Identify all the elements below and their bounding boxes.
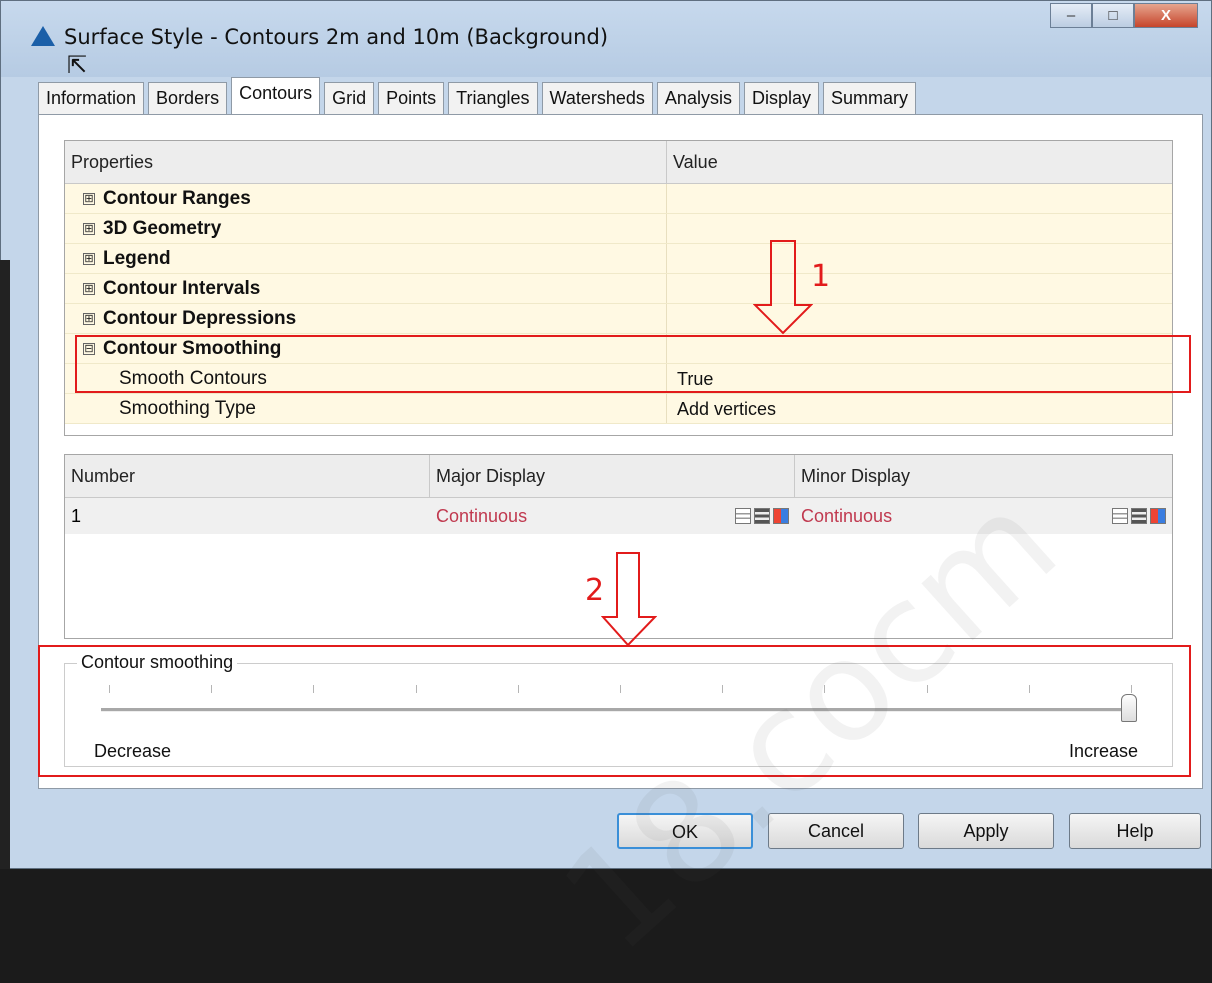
property-label: Legend [103, 247, 171, 269]
expand-icon[interactable]: ⊞ [83, 252, 95, 265]
linetype-icon[interactable] [1112, 508, 1128, 524]
major-display-column-header[interactable]: Major Display [430, 455, 795, 497]
property-label: Smoothing Type [65, 394, 667, 423]
row-number: 1 [71, 506, 82, 526]
annotation-arrow-1 [753, 240, 813, 335]
annotation-number-2: 2 [585, 573, 605, 608]
apply-button[interactable]: Apply [918, 813, 1054, 849]
property-label: 3D Geometry [103, 217, 222, 239]
property-row-contour-ranges[interactable]: ⊞ Contour Ranges [65, 184, 1172, 214]
tab-contours[interactable]: Contours [231, 77, 321, 115]
linetype-icon[interactable] [735, 508, 751, 524]
expand-icon[interactable]: ⊞ [83, 282, 95, 295]
property-label: Contour Depressions [103, 307, 297, 329]
minor-linetype[interactable]: Continuous [801, 506, 892, 526]
tab-information[interactable]: Information [38, 82, 145, 115]
color-icon[interactable] [773, 508, 789, 524]
tab-points[interactable]: Points [378, 82, 445, 115]
property-value[interactable] [667, 304, 1172, 333]
autocad-app-icon [31, 26, 55, 46]
minimize-button[interactable]: – [1050, 3, 1092, 28]
mouse-pointer-icon: ⇱ [67, 52, 88, 79]
property-value[interactable] [667, 244, 1172, 273]
property-value[interactable] [667, 274, 1172, 303]
annotation-box-1 [75, 335, 1191, 393]
property-label: Contour Intervals [103, 277, 261, 299]
lineweight-icon[interactable] [754, 508, 770, 524]
tab-triangles[interactable]: Triangles [448, 82, 538, 115]
major-display-cell[interactable]: Continuous [430, 498, 795, 534]
maximize-button[interactable]: □ [1092, 3, 1134, 28]
annotation-box-2 [38, 645, 1191, 777]
window-controls: – □ X [1050, 3, 1198, 28]
property-row-3d-geometry[interactable]: ⊞ 3D Geometry [65, 214, 1172, 244]
tab-grid[interactable]: Grid [324, 82, 375, 115]
title-bar[interactable]: Surface Style - Contours 2m and 10m (Bac… [1, 1, 1211, 79]
tab-analysis[interactable]: Analysis [656, 82, 740, 115]
number-column-header[interactable]: Number [65, 455, 430, 497]
tab-watersheds[interactable]: Watersheds [541, 82, 653, 115]
tab-borders[interactable]: Borders [148, 82, 228, 115]
major-linetype[interactable]: Continuous [436, 506, 527, 526]
value-column-header[interactable]: Value [667, 141, 718, 183]
expand-icon[interactable]: ⊞ [83, 312, 95, 325]
properties-grid-header: Properties Value [65, 141, 1172, 184]
background-strip [0, 260, 10, 869]
help-button[interactable]: Help [1069, 813, 1201, 849]
property-label: Contour Ranges [103, 187, 251, 209]
properties-column-header[interactable]: Properties [65, 141, 667, 183]
tab-summary[interactable]: Summary [822, 82, 916, 115]
property-row-contour-depressions[interactable]: ⊞ Contour Depressions [65, 304, 1172, 334]
color-icon[interactable] [1150, 508, 1166, 524]
tab-display[interactable]: Display [743, 82, 819, 115]
property-value[interactable] [667, 184, 1172, 213]
window-title: Surface Style - Contours 2m and 10m (Bac… [64, 25, 609, 49]
property-value[interactable] [667, 214, 1172, 243]
property-row-smoothing-type[interactable]: Smoothing Type Add vertices [65, 394, 1172, 424]
surface-style-dialog: Surface Style - Contours 2m and 10m (Bac… [0, 0, 1212, 983]
expand-icon[interactable]: ⊞ [83, 192, 95, 205]
lineweight-icon[interactable] [1131, 508, 1147, 524]
annotation-arrow-2 [601, 552, 657, 647]
smoothing-type-value[interactable]: Add vertices [667, 394, 1172, 423]
minor-linetype-icons[interactable] [1112, 508, 1166, 524]
property-row-legend[interactable]: ⊞ Legend [65, 244, 1172, 274]
expand-icon[interactable]: ⊞ [83, 222, 95, 235]
annotation-number-1: 1 [811, 259, 831, 294]
major-linetype-icons[interactable] [735, 508, 789, 524]
tab-strip: Information Borders Contours Grid Points… [38, 77, 920, 115]
property-row-contour-intervals[interactable]: ⊞ Contour Intervals [65, 274, 1172, 304]
close-button[interactable]: X [1134, 3, 1198, 28]
